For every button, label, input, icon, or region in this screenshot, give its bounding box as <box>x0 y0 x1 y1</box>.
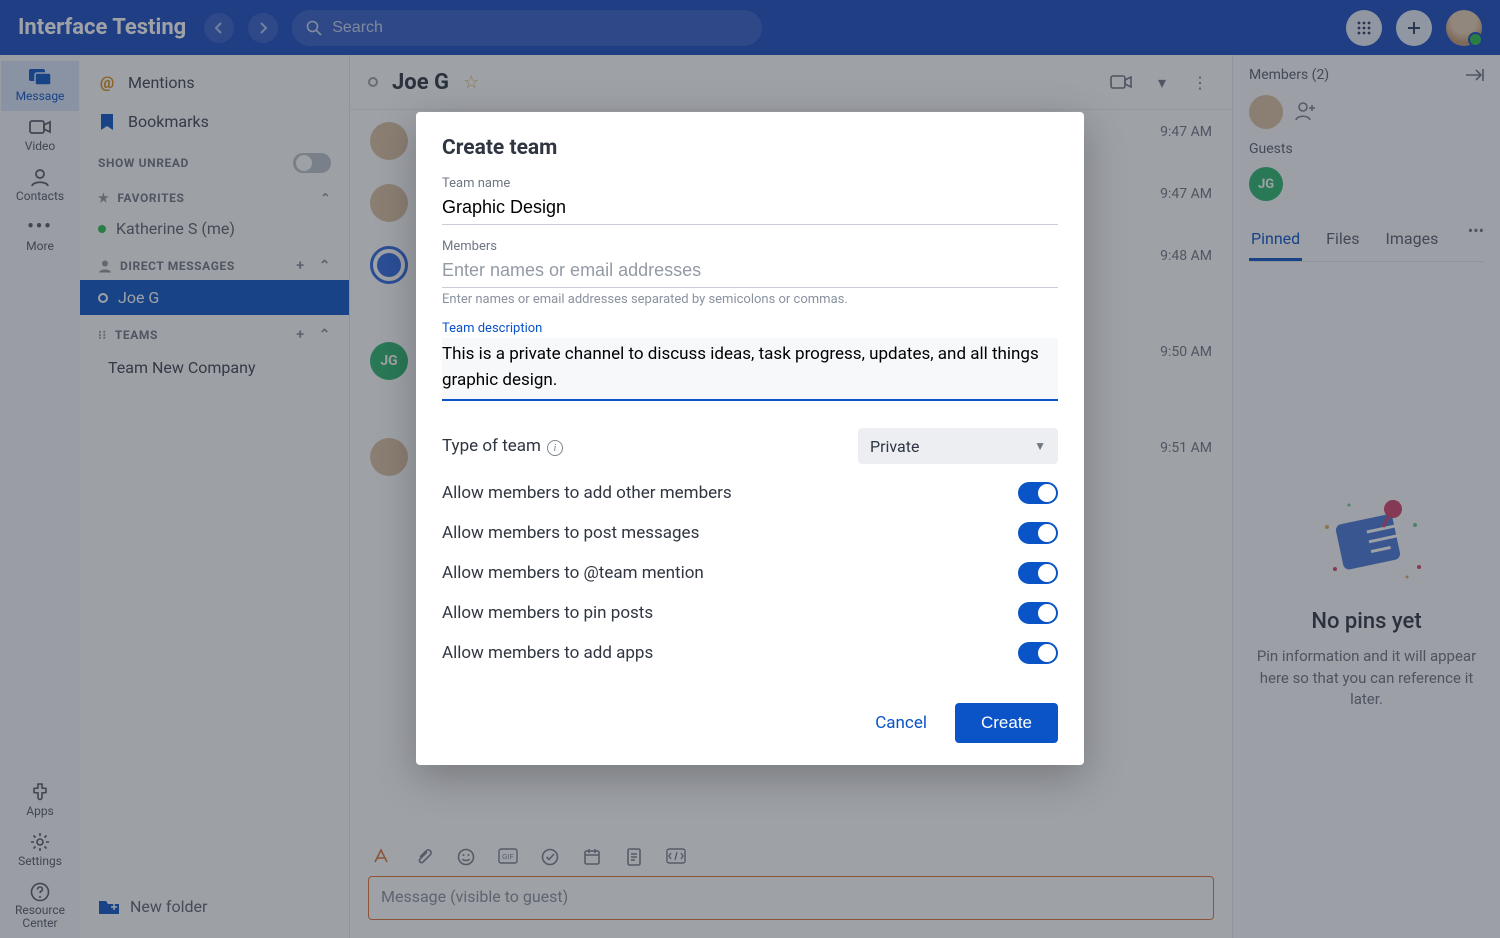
perm-post-toggle[interactable] <box>1018 522 1058 544</box>
perm-add-members-row: Allow members to add other members <box>442 473 1058 513</box>
perm-add-members-toggle[interactable] <box>1018 482 1058 504</box>
members-input-label: Members <box>442 239 1058 254</box>
create-team-modal: Create team Team name Members Enter name… <box>416 112 1084 765</box>
team-name-input[interactable] <box>442 193 1058 225</box>
members-hint: Enter names or email addresses separated… <box>442 292 1058 307</box>
team-description-label: Team description <box>442 321 1058 336</box>
perm-pin-row: Allow members to pin posts <box>442 593 1058 633</box>
type-of-team-row: Type of teami Private▼ <box>442 419 1058 473</box>
team-name-label: Team name <box>442 176 1058 191</box>
perm-apps-toggle[interactable] <box>1018 642 1058 664</box>
perm-mention-toggle[interactable] <box>1018 562 1058 584</box>
create-button[interactable]: Create <box>955 703 1058 743</box>
perm-mention-row: Allow members to @team mention <box>442 553 1058 593</box>
perm-post-row: Allow members to post messages <box>442 513 1058 553</box>
perm-pin-toggle[interactable] <box>1018 602 1058 624</box>
members-input[interactable] <box>442 256 1058 288</box>
modal-title: Create team <box>442 136 1058 160</box>
team-description-input[interactable] <box>442 338 1058 401</box>
type-of-team-select[interactable]: Private▼ <box>858 428 1058 464</box>
info-icon[interactable]: i <box>547 440 563 456</box>
perm-apps-row: Allow members to add apps <box>442 633 1058 673</box>
cancel-button[interactable]: Cancel <box>875 713 927 733</box>
chevron-down-icon: ▼ <box>1034 439 1046 453</box>
